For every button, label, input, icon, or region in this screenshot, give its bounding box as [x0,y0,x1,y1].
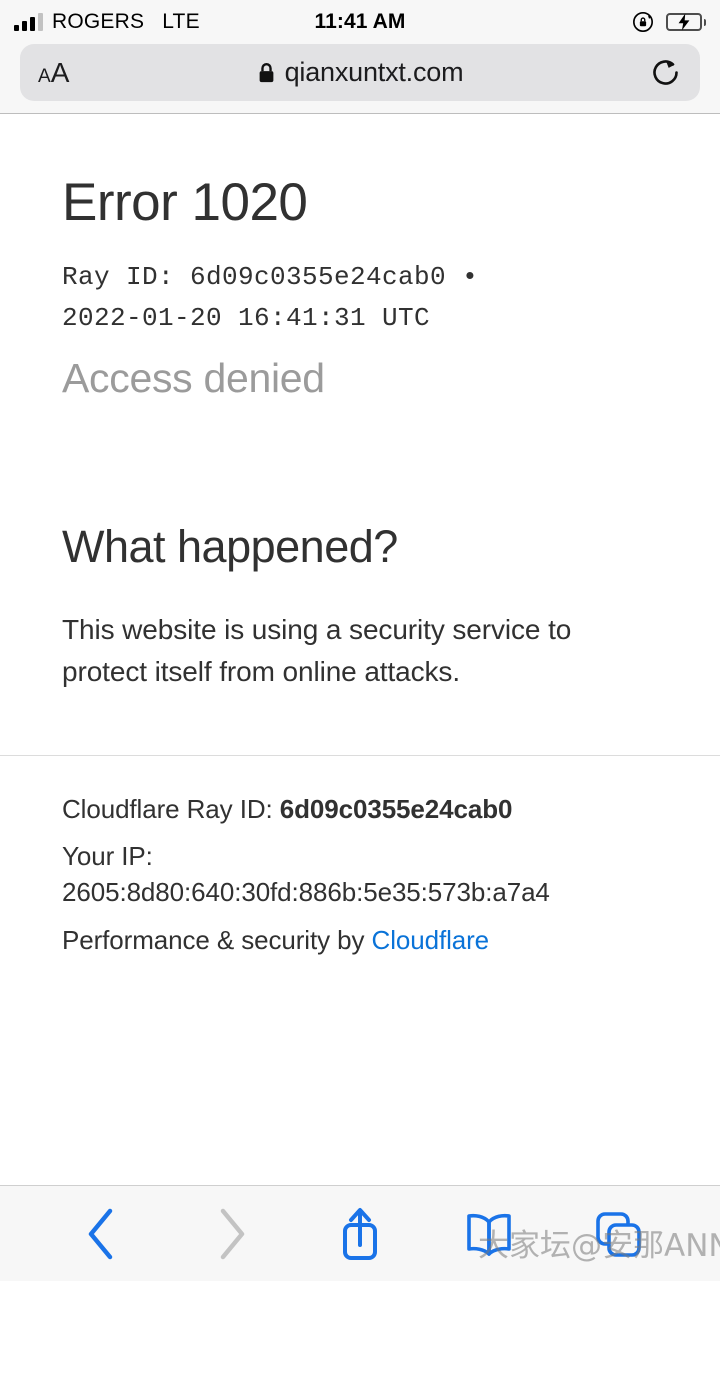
url-text: qianxuntxt.com [284,57,464,87]
book-icon [463,1211,515,1257]
footer-ray-id: Cloudflare Ray ID: 6d09c0355e24cab0 [62,792,658,827]
reload-button[interactable] [649,56,682,89]
footer-performance-prefix: Performance & security by [62,924,372,955]
page-footer: Cloudflare Ray ID: 6d09c0355e24cab0 Your… [0,792,720,957]
ray-id-meta-line1: Ray ID: 6d09c0355e24cab0 • [62,262,479,293]
error-section: Error 1020 Ray ID: 6d09c0355e24cab0 • 20… [0,114,720,693]
share-button[interactable] [296,1186,425,1281]
page-title: Error 1020 [62,173,308,232]
text-size-large-a: A [50,56,70,88]
status-bar: ROGERS LTE 11:41 AM [0,0,720,44]
what-happened-heading: What happened? [62,521,398,573]
what-happened-body: This website is using a security service… [62,614,572,688]
network-type: LTE [162,10,200,33]
text-size-icon[interactable]: AA [38,57,69,89]
text-size-small-a: A [38,65,51,87]
status-bar-left: ROGERS LTE [14,10,200,34]
rotation-lock-icon [632,11,654,33]
footer-ray-id-value: 6d09c0355e24cab0 [279,794,513,825]
lock-icon [257,62,276,84]
back-button[interactable] [38,1186,167,1281]
carrier-name: ROGERS [52,10,145,33]
chevron-right-icon [212,1205,250,1263]
forward-button[interactable] [167,1186,296,1281]
bookmarks-button[interactable] [424,1186,553,1281]
chevron-left-icon [83,1205,121,1263]
footer-divider [0,755,720,757]
share-icon [336,1203,384,1265]
ray-id-meta: Ray ID: 6d09c0355e24cab0 • 2022-01-20 16… [62,257,658,339]
browser-chrome: AA qianxuntxt.com [0,44,720,114]
status-bar-right [632,11,706,33]
footer-performance: Performance & security by Cloudflare [62,923,658,958]
tabs-icon [592,1208,644,1260]
battery-charging-icon [666,13,706,31]
address-bar-center: qianxuntxt.com [20,57,700,88]
signal-bars-icon [14,13,43,31]
footer-ip-label: Your IP: [62,841,153,872]
footer-ip-value: 2605:8d80:640:30fd:886b:5e35:573b:a7a4 [62,876,550,907]
footer-ray-id-label: Cloudflare Ray ID: [62,794,280,825]
cloudflare-link[interactable]: Cloudflare [372,925,490,955]
ray-id-meta-line2: 2022-01-20 16:41:31 UTC [62,303,431,334]
address-bar[interactable]: AA qianxuntxt.com [20,44,700,101]
browser-toolbar [0,1185,720,1281]
tabs-button[interactable] [553,1186,682,1281]
access-denied-subtitle: Access denied [62,355,325,402]
